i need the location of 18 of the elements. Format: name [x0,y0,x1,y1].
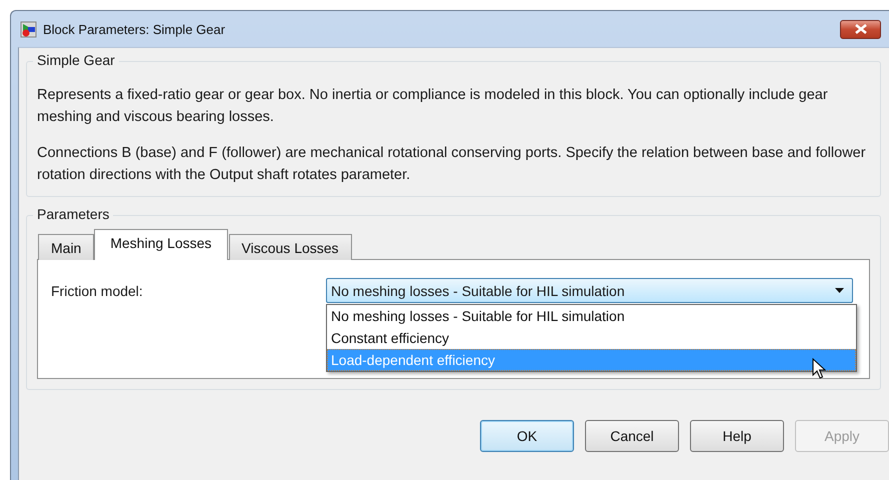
description-text: Connections B (base) and F (follower) are mechanical rotational conserving ports. Specify the relation between base and follower rotation directions with the Output shaft rotates parameter. [37,144,867,185]
caret-icon [835,288,844,293]
tab[interactable]: Meshing Losses [94,229,228,260]
group-title: Simple Gear [33,52,119,68]
tab[interactable]: Viscous Losses [228,234,352,260]
dialog-button[interactable]: Help [690,420,784,452]
dialog-button[interactable]: OK [480,420,574,452]
window-title: Block Parameters: Simple Gear [43,22,226,36]
dialog-button[interactable]: Cancel [585,420,679,452]
close-icon [854,24,868,34]
dropdown-option[interactable]: Constant efficiency [327,327,856,349]
close-button[interactable] [840,20,881,38]
block-diagram-icon [20,20,37,38]
group-title: Parameters [33,206,114,222]
tab[interactable]: Main [38,234,94,260]
dropdown-option[interactable]: No meshing losses - Suitable for HIL simulation [327,305,856,327]
field-label: Friction model: [51,282,143,298]
description-text: Represents a fixed-ratio gear or gear box. No inertia or compliance is modeled in this block. You can optionally include gear meshing and viscous bearing losses. [37,86,829,127]
